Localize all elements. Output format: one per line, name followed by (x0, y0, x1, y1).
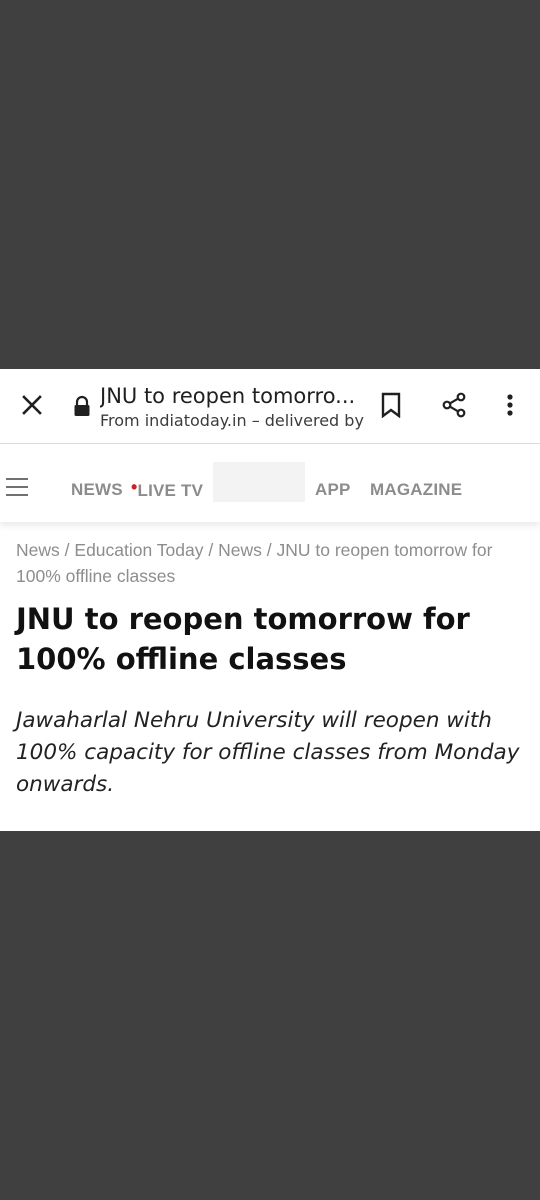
close-icon (21, 394, 43, 420)
nav-item-app[interactable]: APP (315, 480, 351, 500)
more-vert-icon (506, 393, 514, 421)
custom-tab-toolbar: JNU to reopen tomorro... From indiatoday… (0, 369, 540, 444)
nav-item-magazine[interactable]: MAGAZINE (370, 480, 462, 500)
breadcrumb-item-news-section[interactable]: News (218, 540, 262, 560)
close-button[interactable] (14, 389, 50, 425)
breadcrumb: News / Education Today / News / JNU to r… (16, 537, 526, 589)
article-headline: JNU to reopen tomorrow for 100% offline … (16, 602, 470, 676)
live-indicator-dot: • (131, 477, 138, 497)
breadcrumb-item-education-today[interactable]: Education Today (74, 540, 203, 560)
nav-item-news[interactable]: NEWS (71, 480, 123, 500)
bookmark-button[interactable] (373, 389, 409, 425)
bookmark-icon (380, 392, 402, 422)
share-icon (441, 392, 467, 422)
breadcrumb-item-news[interactable]: News (16, 540, 60, 560)
site-logo[interactable] (213, 462, 305, 502)
nav-item-live-tv[interactable]: •LIVE TV (131, 477, 204, 501)
page-title: JNU to reopen tomorro... (100, 384, 356, 408)
breadcrumb-separator: / (208, 540, 214, 560)
site-navigation: NEWS •LIVE TV APP MAGAZINE (0, 444, 540, 522)
hamburger-menu-icon[interactable] (6, 478, 28, 498)
breadcrumb-separator: / (266, 540, 272, 560)
url-bar[interactable]: JNU to reopen tomorro... From indiatoday… (100, 383, 364, 432)
more-options-button[interactable] (492, 389, 528, 425)
lock-icon (72, 395, 92, 417)
origin-subtitle: From indiatoday.in – delivered by (100, 411, 364, 430)
nav-item-live-tv-label: LIVE TV (137, 481, 204, 500)
article-panel: JNU to reopen tomorro... From indiatoday… (0, 369, 540, 831)
breadcrumb-separator: / (64, 540, 70, 560)
share-button[interactable] (436, 389, 472, 425)
article-summary: Jawaharlal Nehru University will reopen … (16, 708, 520, 797)
